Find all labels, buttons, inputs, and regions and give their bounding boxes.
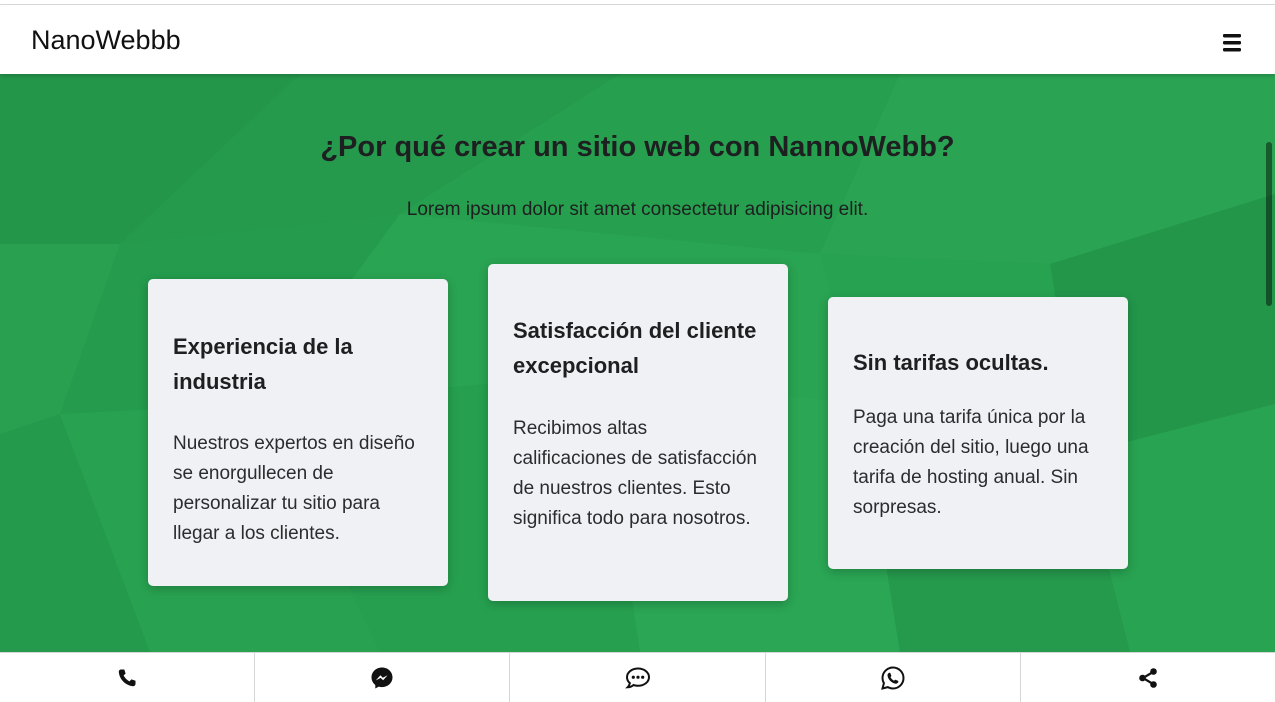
messenger-icon	[370, 666, 394, 690]
hamburger-menu-icon[interactable]	[1221, 33, 1243, 53]
feature-card-satisfaction: Satisfacción del cliente excepcional Rec…	[488, 264, 788, 601]
whatsapp-button[interactable]	[766, 653, 1021, 702]
feature-card-title: Satisfacción del cliente excepcional	[513, 318, 757, 378]
feature-card-title: Sin tarifas ocultas.	[853, 350, 1049, 375]
feature-card-no-fees: Sin tarifas ocultas. Paga una tarifa úni…	[828, 297, 1128, 569]
feature-card-text: Recibimos altas calificaciones de satisf…	[513, 418, 757, 529]
chat-bubble-icon	[624, 666, 651, 690]
messenger-button[interactable]	[255, 653, 511, 702]
call-button[interactable]	[0, 653, 256, 702]
feature-card-text: Paga una tarifa única por la creación de…	[853, 407, 1089, 518]
sms-button[interactable]	[510, 653, 766, 702]
whatsapp-icon	[880, 665, 906, 691]
feature-card-experience: Experiencia de la industria Nuestros exp…	[148, 279, 448, 586]
feature-card-title: Experiencia de la industria	[173, 334, 353, 394]
hero-title: ¿Por qué crear un sitio web con NannoWeb…	[320, 131, 955, 163]
phone-icon	[117, 668, 137, 688]
brand-logo-text[interactable]: NanoWebbb	[31, 23, 181, 57]
vertical-scrollbar-thumb[interactable]	[1266, 142, 1272, 306]
share-icon	[1137, 667, 1159, 689]
hero-section: ¿Por qué crear un sitio web con NannoWeb…	[0, 74, 1275, 652]
feature-card-text: Nuestros expertos en diseño se enorgulle…	[173, 433, 415, 544]
hero-subtitle: Lorem ipsum dolor sit amet consectetur a…	[406, 199, 869, 220]
bottom-contact-bar	[0, 652, 1275, 702]
navbar: NanoWebbb	[0, 5, 1275, 74]
share-button[interactable]	[1021, 653, 1275, 702]
